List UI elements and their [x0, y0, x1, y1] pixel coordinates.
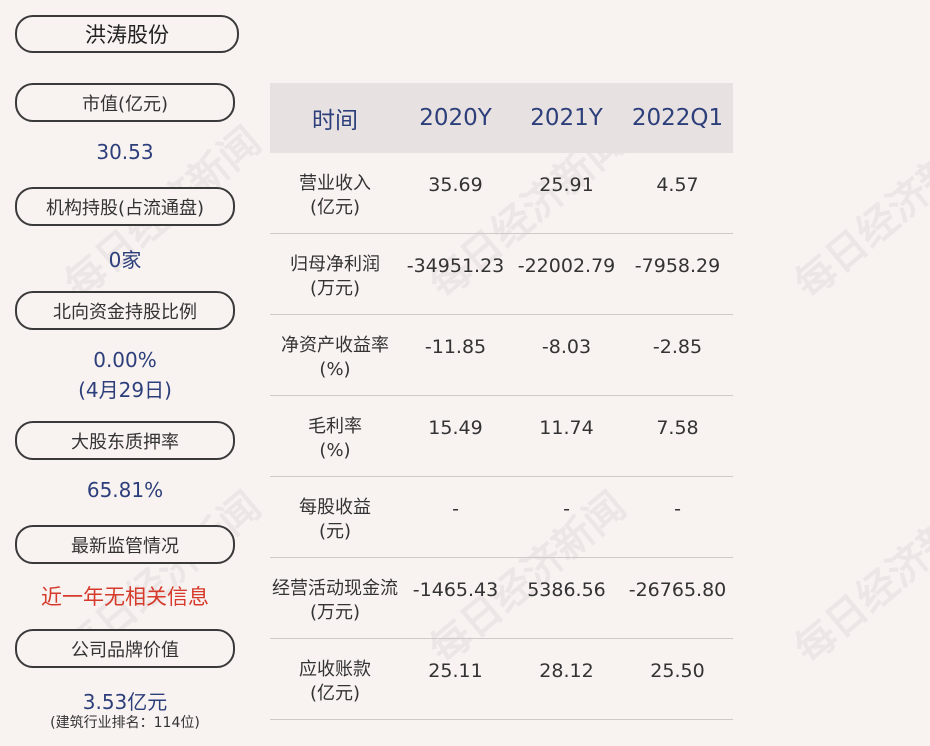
row-unit: (万元)	[309, 278, 361, 299]
cell: -34951.23	[406, 255, 505, 277]
cell: -1465.43	[412, 579, 499, 601]
cell: -11.85	[424, 336, 487, 358]
cell: -	[674, 498, 681, 520]
row-label: 每股收益	[299, 497, 371, 518]
cell: -	[563, 498, 570, 520]
cell: -2.85	[652, 336, 703, 358]
table-row: 营业收入 (亿元) 35.69 25.91 4.57	[270, 153, 733, 234]
row-unit: (%)	[319, 440, 351, 461]
watermark: 每日经济新闻	[786, 483, 930, 673]
row-label: 应收账款	[299, 659, 371, 680]
cell: -	[452, 498, 459, 520]
header-2022q1: 2022Q1	[631, 105, 724, 131]
brand-value-rank: (建筑行业排名：114位)	[50, 715, 200, 731]
row-label: 营业收入	[299, 173, 371, 194]
brand-value-label: 公司品牌价值	[15, 629, 235, 668]
table-header: 时间 2020Y 2021Y 2022Q1	[270, 83, 733, 153]
table-row: 每股收益 (元) - - -	[270, 477, 733, 558]
row-unit: (%)	[319, 359, 351, 380]
cell: -22002.79	[517, 255, 616, 277]
row-unit: (亿元)	[309, 197, 361, 218]
watermark: 每日经济新闻	[786, 118, 930, 308]
northbound-ratio-label: 北向资金持股比例	[15, 291, 235, 330]
market-cap-label: 市值(亿元)	[15, 83, 235, 122]
cell: 4.57	[656, 174, 699, 196]
table-row: 经营活动现金流 (万元) -1465.43 5386.56 -26765.80	[270, 558, 733, 639]
cell: 15.49	[428, 417, 483, 439]
header-2021y: 2021Y	[530, 105, 603, 131]
cell: 25.11	[428, 660, 483, 682]
table-row: 归母净利润 (万元) -34951.23 -22002.79 -7958.29	[270, 234, 733, 315]
header-period: 时间	[312, 108, 358, 134]
cell: -7958.29	[634, 255, 721, 277]
cell: 7.58	[656, 417, 699, 439]
header-2020y: 2020Y	[419, 105, 492, 131]
regulatory-status-label: 最新监管情况	[15, 525, 235, 564]
financial-table: 时间 2020Y 2021Y 2022Q1 营业收入 (亿元) 35.69 25.…	[270, 83, 733, 720]
cell: 25.91	[539, 174, 594, 196]
cell: -26765.80	[628, 579, 727, 601]
cell: 25.50	[650, 660, 705, 682]
row-label: 净资产收益率	[281, 335, 389, 356]
regulatory-status-value: 近一年无相关信息	[41, 585, 209, 609]
cell: 28.12	[539, 660, 594, 682]
northbound-ratio-value: 0.00%	[93, 348, 157, 372]
row-unit: (元)	[318, 521, 352, 542]
pledge-ratio-label: 大股东质押率	[15, 421, 235, 460]
cell: 11.74	[539, 417, 594, 439]
row-label: 归母净利润	[290, 254, 380, 275]
pledge-ratio-value: 65.81%	[86, 478, 164, 502]
brand-value-value: 3.53亿元	[82, 690, 168, 714]
cell: 5386.56	[527, 579, 606, 601]
row-unit: (亿元)	[309, 683, 361, 704]
row-label: 毛利率	[308, 416, 362, 437]
institutional-holding-value: 0家	[108, 248, 142, 272]
cell: 35.69	[428, 174, 483, 196]
table-row: 净资产收益率 (%) -11.85 -8.03 -2.85	[270, 315, 733, 396]
table-row: 应收账款 (亿元) 25.11 28.12 25.50	[270, 639, 733, 720]
cell: -8.03	[541, 336, 592, 358]
market-cap-value: 30.53	[96, 140, 154, 164]
row-label: 经营活动现金流	[272, 578, 398, 599]
company-name: 洪涛股份	[15, 15, 239, 53]
northbound-ratio-date: (4月29日)	[78, 378, 172, 402]
table-row: 毛利率 (%) 15.49 11.74 7.58	[270, 396, 733, 477]
row-unit: (万元)	[309, 602, 361, 623]
institutional-holding-label: 机构持股(占流通盘)	[15, 187, 235, 226]
